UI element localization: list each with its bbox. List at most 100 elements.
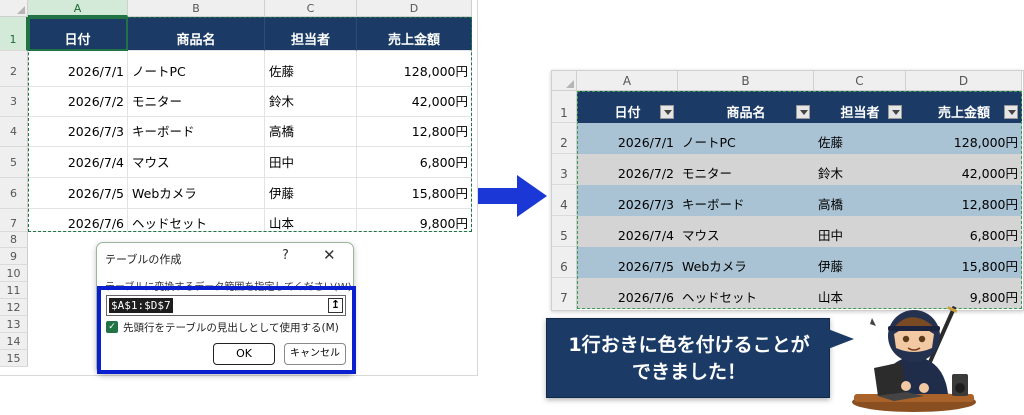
data-cell[interactable]: ノートPC — [678, 123, 814, 154]
help-icon[interactable]: ? — [282, 248, 289, 263]
data-cell[interactable]: 15,800円 — [357, 178, 472, 209]
range-input-field[interactable]: $A$1:$D$7 ↥ — [106, 295, 346, 316]
column-header-c[interactable]: C — [814, 71, 906, 91]
data-cell[interactable]: 15,800円 — [906, 247, 1022, 278]
row-header-12[interactable]: 12 — [0, 299, 28, 316]
row-header-6[interactable]: 6 — [552, 247, 577, 278]
collapse-dialog-icon[interactable]: ↥ — [328, 298, 343, 313]
filter-dropdown-icon[interactable] — [1004, 105, 1018, 119]
data-cell[interactable]: 2026/7/3 — [28, 117, 128, 147]
data-cell[interactable]: 2026/7/1 — [28, 51, 128, 87]
cancel-button[interactable]: キャンセル — [284, 343, 346, 365]
header-row-checkbox-label[interactable]: 先頭行をテーブルの見出しとして使用する(M) — [123, 320, 339, 335]
row-header-4[interactable]: 4 — [0, 117, 28, 147]
dialog-title: テーブルの作成 — [105, 253, 182, 266]
data-cell[interactable]: モニター — [128, 87, 265, 117]
data-cell[interactable]: 128,000円 — [357, 51, 472, 87]
filter-dropdown-icon[interactable] — [888, 105, 902, 119]
filter-dropdown-icon[interactable] — [660, 105, 674, 119]
data-cell[interactable]: モニター — [678, 154, 814, 185]
row-header-2[interactable]: 2 — [552, 123, 577, 154]
row-header-10[interactable]: 10 — [0, 265, 28, 282]
callout-text: 1行おきに色を付けることが できました！ — [568, 334, 810, 383]
data-cell[interactable]: 佐藤 — [265, 51, 357, 87]
data-cell[interactable]: 高橋 — [814, 185, 906, 216]
data-cell[interactable]: 42,000円 — [906, 154, 1022, 185]
data-cell[interactable]: 高橋 — [265, 117, 357, 147]
data-cell[interactable]: 2026/7/3 — [577, 185, 678, 216]
header-cell-product[interactable]: 商品名 — [678, 91, 814, 123]
data-cell[interactable]: 2026/7/5 — [28, 178, 128, 209]
row-header-1[interactable]: 1 — [0, 17, 28, 51]
range-input-value: $A$1:$D$7 — [109, 298, 173, 313]
data-cell[interactable]: 12,800円 — [906, 185, 1022, 216]
data-cell[interactable]: 9,800円 — [357, 209, 472, 232]
data-cell[interactable]: 鈴木 — [265, 87, 357, 117]
data-cell[interactable]: キーボード — [128, 117, 265, 147]
row-header-1[interactable]: 1 — [552, 91, 577, 123]
data-cell[interactable]: 2026/7/2 — [28, 87, 128, 117]
data-cell[interactable]: 伊藤 — [814, 247, 906, 278]
data-cell[interactable]: 田中 — [265, 147, 357, 178]
data-cell[interactable]: ヘッドセット — [128, 209, 265, 232]
data-cell[interactable]: 42,000円 — [357, 87, 472, 117]
data-cell[interactable]: キーボード — [678, 185, 814, 216]
data-cell[interactable]: 2026/7/4 — [577, 216, 678, 247]
column-header-a[interactable]: A — [28, 0, 128, 17]
header-row-checkbox[interactable]: ✓ — [106, 321, 118, 333]
data-cell[interactable]: 2026/7/6 — [28, 209, 128, 232]
row-header-6[interactable]: 6 — [0, 178, 28, 209]
data-cell[interactable]: 鈴木 — [814, 154, 906, 185]
data-cell[interactable]: 2026/7/4 — [28, 147, 128, 178]
data-cell[interactable]: 2026/7/6 — [577, 278, 678, 309]
data-cell[interactable]: Webカメラ — [678, 247, 814, 278]
data-cell[interactable]: Webカメラ — [128, 178, 265, 209]
row-header-7[interactable]: 7 — [552, 278, 577, 310]
header-cell-product[interactable]: 商品名 — [128, 17, 265, 51]
column-header-b[interactable]: B — [128, 0, 265, 17]
row-header-5[interactable]: 5 — [552, 216, 577, 247]
data-cell[interactable]: マウス — [678, 216, 814, 247]
ok-button[interactable]: OK — [213, 343, 275, 365]
data-cell[interactable]: ヘッドセット — [678, 278, 814, 309]
row-header-14[interactable]: 14 — [0, 333, 28, 350]
data-cell[interactable]: 128,000円 — [906, 123, 1022, 154]
row-header-5[interactable]: 5 — [0, 147, 28, 178]
data-cell[interactable]: 田中 — [814, 216, 906, 247]
select-all-corner[interactable] — [552, 71, 577, 91]
header-cell-person[interactable]: 担当者 — [265, 17, 357, 51]
row-header-13[interactable]: 13 — [0, 316, 28, 333]
select-all-corner[interactable] — [0, 0, 28, 17]
row-header-8[interactable]: 8 — [0, 232, 28, 248]
data-cell[interactable]: 2026/7/2 — [577, 154, 678, 185]
data-cell[interactable]: 山本 — [265, 209, 357, 232]
row-header-2[interactable]: 2 — [0, 51, 28, 87]
data-cell[interactable]: 12,800円 — [357, 117, 472, 147]
row-header-4[interactable]: 4 — [552, 185, 577, 216]
data-cell[interactable]: マウス — [128, 147, 265, 178]
header-cell-date[interactable]: 日付 — [28, 17, 128, 51]
result-spreadsheet: A B C D 1 2 3 4 5 6 7 日付 商品名 担当者 売上金額 20… — [551, 70, 1024, 311]
data-cell[interactable]: 6,800円 — [357, 147, 472, 178]
row-header-3[interactable]: 3 — [552, 154, 577, 185]
row-header-3[interactable]: 3 — [0, 87, 28, 117]
row-header-7[interactable]: 7 — [0, 209, 28, 232]
data-cell[interactable]: 2026/7/5 — [577, 247, 678, 278]
row-header-9[interactable]: 9 — [0, 248, 28, 265]
right-arrow-head-icon — [517, 175, 547, 217]
row-header-11[interactable]: 11 — [0, 282, 28, 299]
column-header-b[interactable]: B — [678, 71, 814, 91]
column-header-a[interactable]: A — [577, 71, 678, 91]
data-cell[interactable]: 2026/7/1 — [577, 123, 678, 154]
column-header-d[interactable]: D — [906, 71, 1022, 91]
data-cell[interactable]: 佐藤 — [814, 123, 906, 154]
data-cell[interactable]: ノートPC — [128, 51, 265, 87]
header-cell-amount[interactable]: 売上金額 — [357, 17, 472, 51]
data-cell[interactable]: 6,800円 — [906, 216, 1022, 247]
column-header-c[interactable]: C — [265, 0, 357, 17]
close-icon[interactable]: ✕ — [323, 246, 336, 264]
data-cell[interactable]: 伊藤 — [265, 178, 357, 209]
row-header-15[interactable]: 15 — [0, 350, 28, 367]
column-header-d[interactable]: D — [357, 0, 472, 17]
filter-dropdown-icon[interactable] — [796, 105, 810, 119]
